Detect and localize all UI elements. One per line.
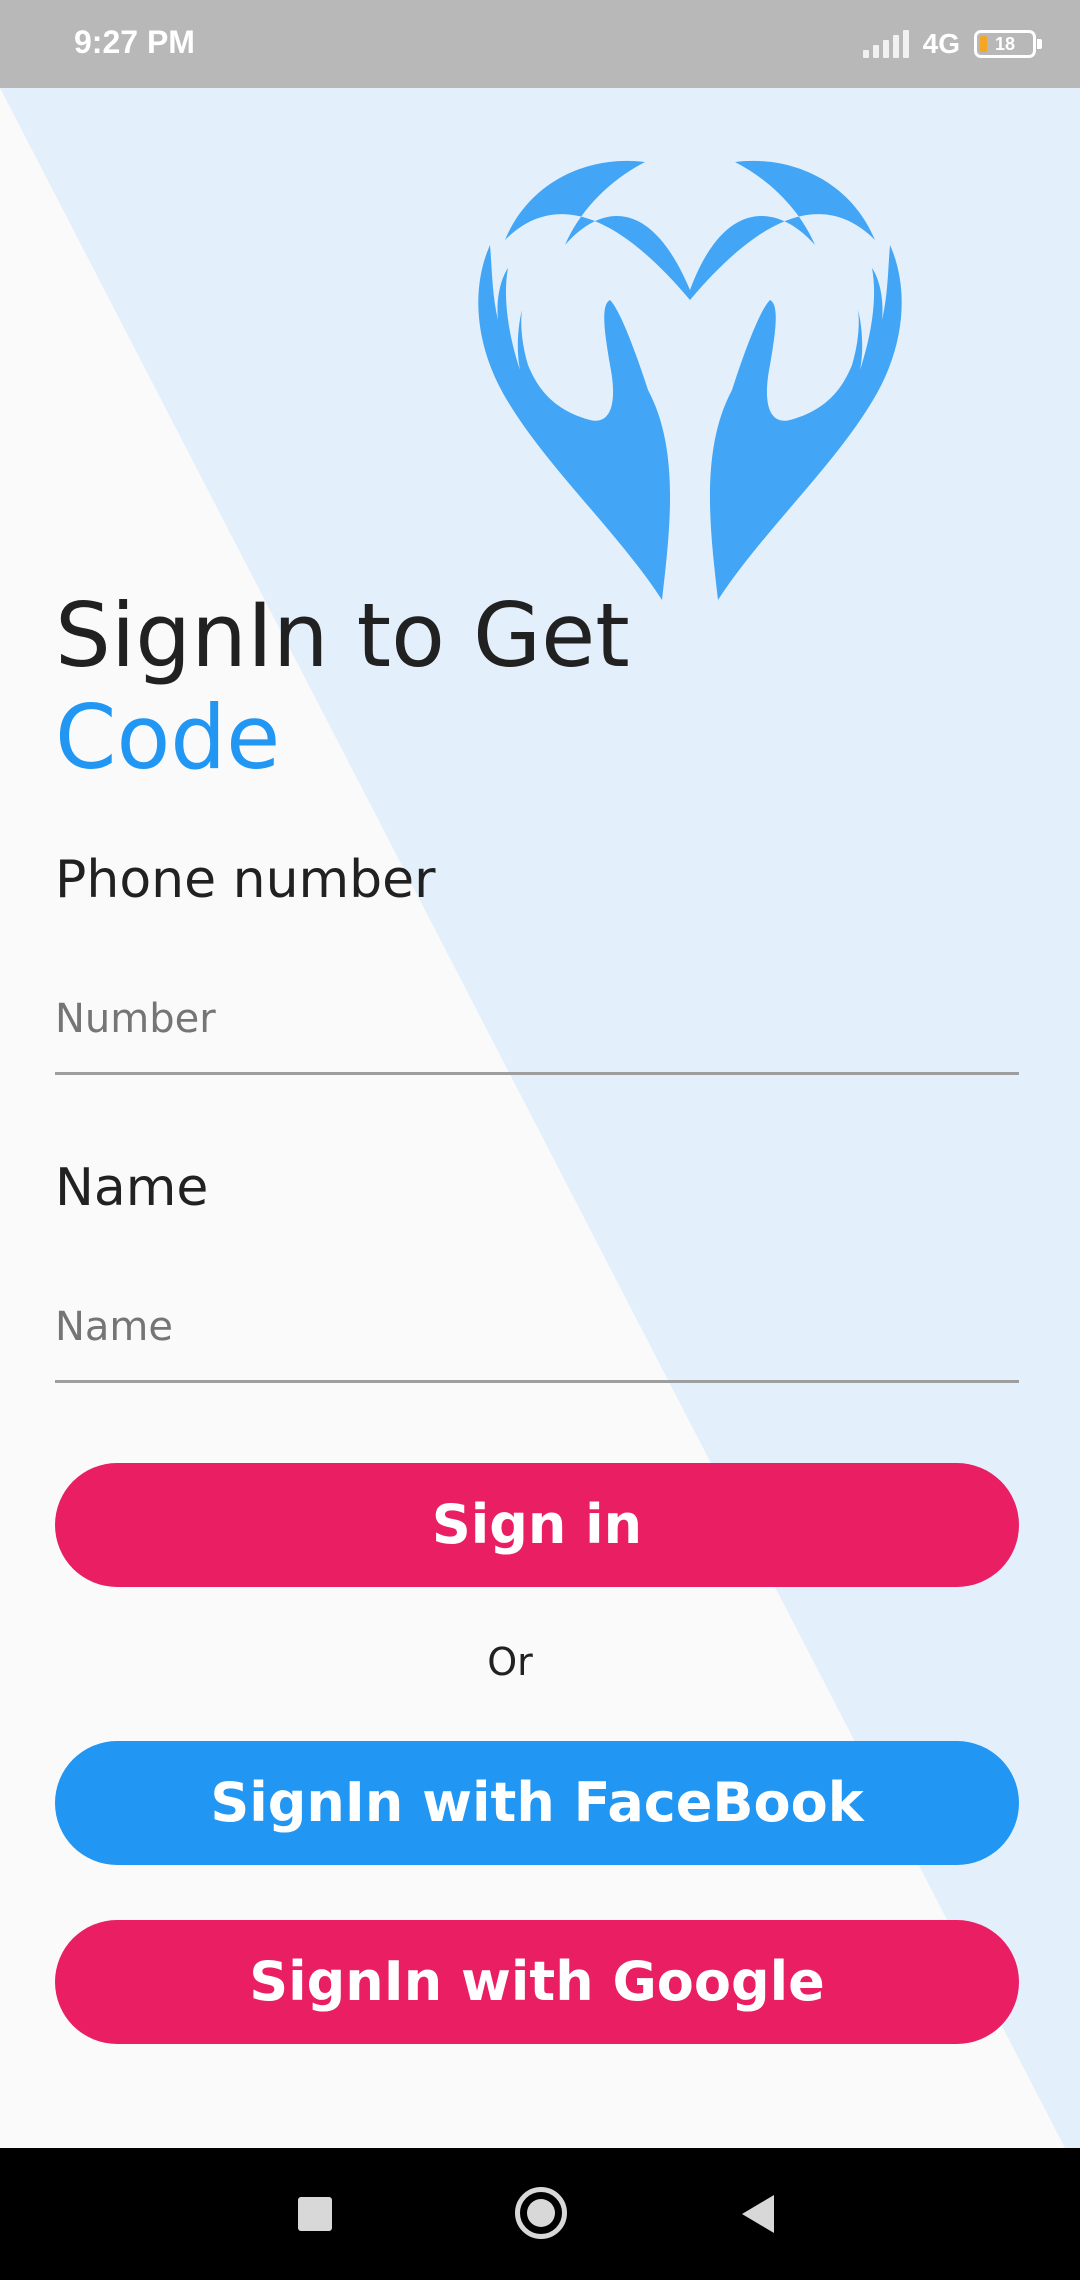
heart-hands-icon: [478, 160, 902, 600]
recents-square-icon[interactable]: [298, 2197, 332, 2231]
battery-icon: 18: [974, 30, 1042, 58]
navigation-bar: [0, 2148, 1080, 2280]
phone-label: Phone number: [55, 850, 436, 910]
google-signin-button[interactable]: SignIn with Google: [55, 1920, 1019, 2044]
title-line-2: Code: [55, 686, 281, 789]
phone-number-input[interactable]: [55, 965, 1019, 1075]
home-circle-icon[interactable]: [515, 2187, 567, 2239]
sign-in-button[interactable]: Sign in: [55, 1463, 1019, 1587]
or-separator: Or: [487, 1640, 533, 1684]
title-line-1: SignIn to Get: [55, 584, 630, 687]
name-label: Name: [55, 1158, 209, 1218]
facebook-signin-button[interactable]: SignIn with FaceBook: [55, 1741, 1019, 1865]
status-time: 9:27 PM: [74, 24, 195, 60]
name-input[interactable]: [55, 1273, 1019, 1383]
status-icons: 4G 18: [862, 26, 1042, 62]
status-bar: 9:27 PM 4G 18: [0, 0, 1080, 88]
signin-screen: 9:27 PM 4G 18 SignIn to Get Code Phone n…: [0, 0, 1080, 2280]
battery-level: 18: [994, 33, 1016, 54]
back-triangle-icon[interactable]: [742, 2195, 774, 2233]
page-title: SignIn to Get Code: [55, 585, 630, 789]
signal-icon: [862, 30, 909, 58]
network-type: 4G: [922, 28, 960, 59]
